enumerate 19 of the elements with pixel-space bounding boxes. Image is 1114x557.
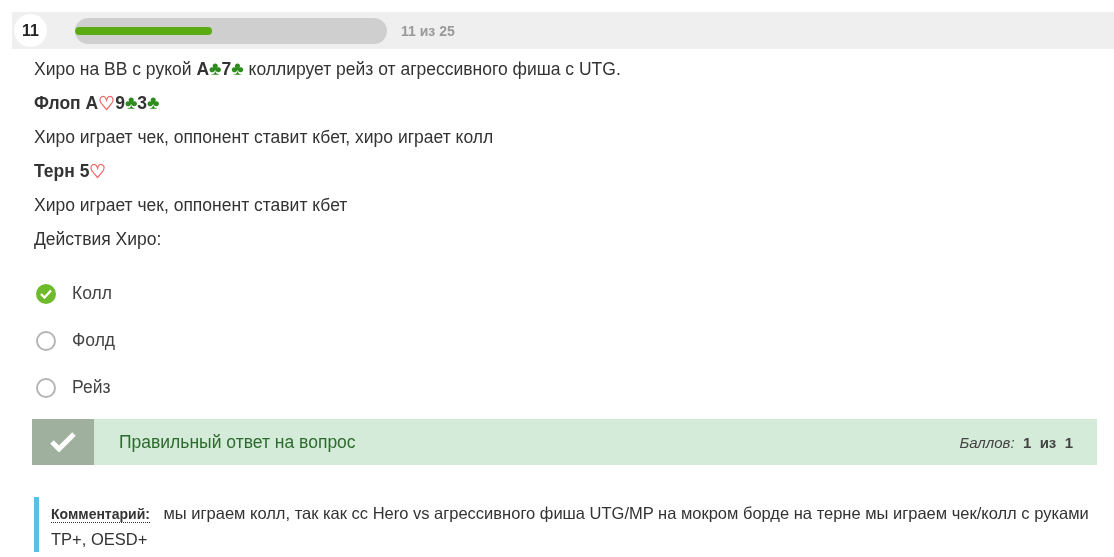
radio-button[interactable] bbox=[36, 283, 56, 304]
comment-text: Комментарий: мы играем колл, так как сс Hero vs агрессивного фиша UTG/MP на мокром борде на терне мы играем чек/колл с руками TP+, OESD+ bbox=[51, 503, 1090, 550]
option-label[interactable]: Фолд bbox=[72, 330, 116, 351]
option-label[interactable]: Рейз bbox=[72, 377, 111, 398]
option-label[interactable]: Колл bbox=[72, 283, 112, 304]
check-icon bbox=[40, 288, 52, 299]
question-number: 11 bbox=[14, 14, 47, 47]
result-message: Правильный ответ на вопрос bbox=[119, 431, 357, 453]
question-text: Флоп A♡9♣3♣ bbox=[34, 91, 161, 116]
check-icon bbox=[32, 419, 94, 465]
score-text: Баллов: 1 из 1 bbox=[959, 433, 1073, 451]
question-text: Хиро на BB с рукой A♣7♣ коллирует рейз от агрессивного фиша с UTG. bbox=[34, 57, 622, 81]
radio-button[interactable] bbox=[36, 330, 56, 351]
question-text: Действия Хиро: bbox=[34, 227, 163, 251]
radio-button[interactable] bbox=[36, 377, 56, 398]
question-text: Хиро играет чек, оппонент ставит кбет, хиро играет колл bbox=[34, 125, 495, 149]
question-text: Хиро играет чек, оппонент ставит кбет bbox=[34, 193, 349, 217]
question-counter: 11 из 25 bbox=[401, 22, 455, 39]
question-text: Терн 5♡ bbox=[34, 159, 108, 184]
